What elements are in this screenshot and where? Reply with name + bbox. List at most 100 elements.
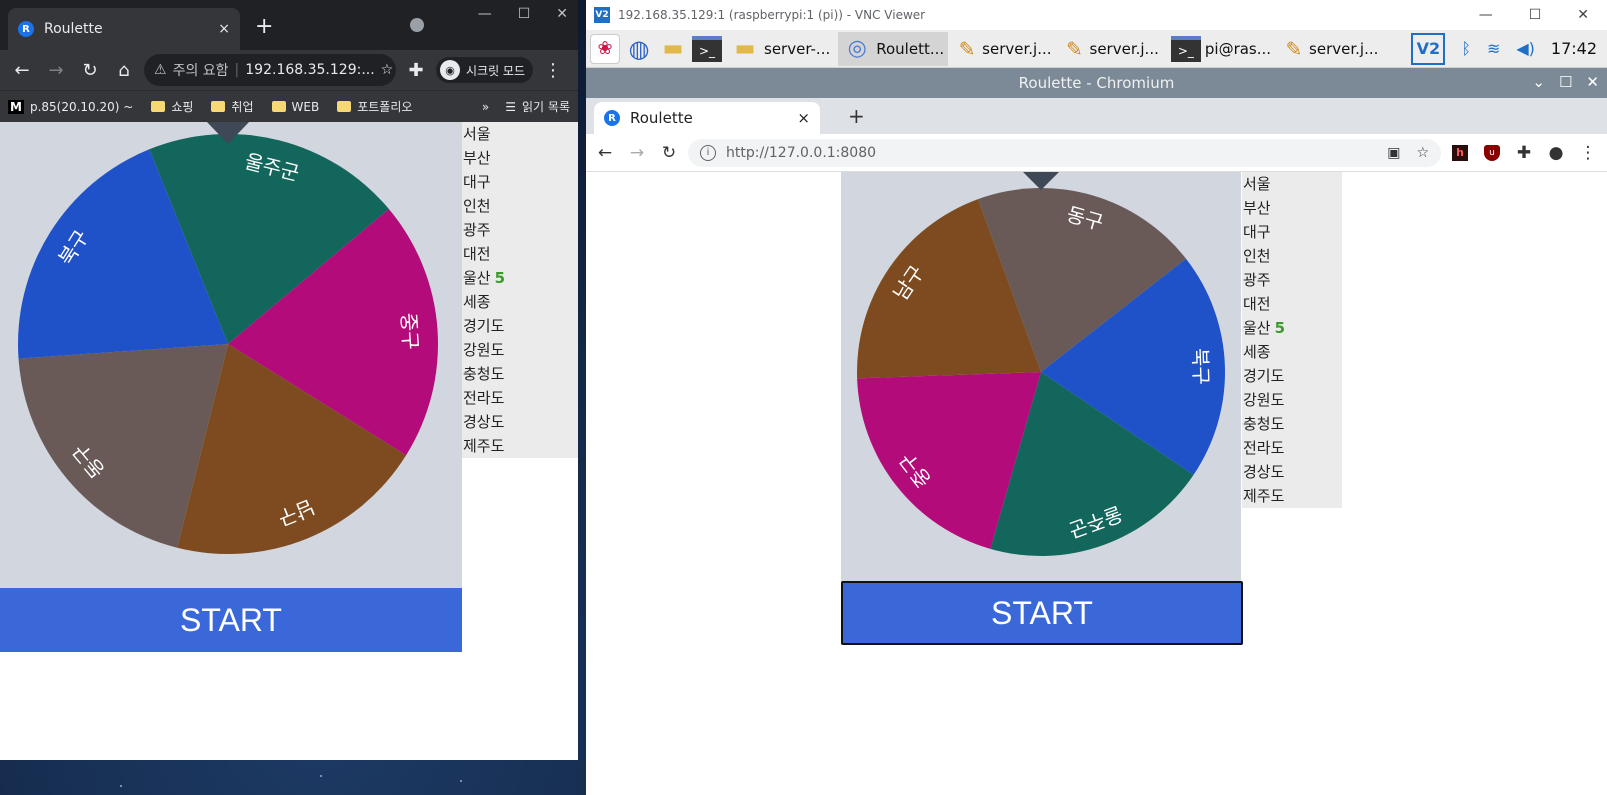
close-window-icon[interactable]: ✕: [556, 6, 568, 22]
incognito-label: 시크릿 모드: [466, 63, 526, 78]
region-list-item: 세종: [463, 293, 491, 311]
left-toolbar: ← → ↻ ⌂ ⚠ 주의 요함 | 192.168.35.129:... ☆ ✚…: [0, 50, 578, 90]
close-window-icon[interactable]: ✕: [1577, 7, 1589, 23]
raspberry-menu-icon[interactable]: ❀: [590, 33, 620, 64]
medium-icon: M: [8, 99, 24, 114]
right-tab-strip: R Roulette × +: [586, 98, 1607, 134]
taskbar-item-folder[interactable]: ▬ server-...: [726, 32, 834, 66]
file-manager-icon[interactable]: ▬: [658, 34, 688, 64]
chromium-icon: ◎: [847, 36, 867, 61]
back-icon[interactable]: ←: [592, 140, 618, 166]
region-list-item: 경상도: [1243, 463, 1285, 481]
region-count-badge: 5: [494, 269, 506, 287]
region-list-item: 전라도: [1243, 439, 1285, 457]
minimize-icon[interactable]: —: [1479, 7, 1493, 23]
chromium-title-bar: Roulette - Chromium ⌄ ☐ ✕: [586, 68, 1607, 98]
region-list-item: 인천: [463, 197, 491, 215]
pencil-icon: ✎: [1066, 36, 1083, 61]
right-tab-title: Roulette: [630, 109, 693, 127]
region-list-item: 경기도: [1243, 367, 1285, 385]
taskbar-item-chromium[interactable]: ◎ Roulett...: [838, 31, 949, 66]
bookmark-item[interactable]: M p.85(20.10.20) ~: [8, 99, 133, 114]
info-icon[interactable]: i: [700, 144, 716, 161]
folder-icon: [271, 101, 286, 112]
reading-list-label[interactable]: 읽기 목록: [522, 98, 570, 115]
close-tab-icon[interactable]: ×: [797, 109, 810, 127]
left-browser-window: R Roulette × + — ☐ ✕ ← → ↻ ⌂ ⚠ 주의 요함 | 1…: [0, 0, 578, 760]
vnc-logo-icon: V2: [594, 7, 610, 23]
left-tab-title: Roulette: [44, 21, 103, 37]
folder-icon: [151, 101, 166, 112]
bookmark-folder[interactable]: 쇼핑: [151, 98, 193, 115]
extension-h-icon[interactable]: h: [1452, 144, 1468, 161]
region-list-item: 전라도: [463, 389, 505, 407]
close-tab-icon[interactable]: ×: [218, 21, 230, 37]
region-list-item: 제주도: [1243, 487, 1285, 505]
tab-search-icon[interactable]: [410, 18, 424, 32]
vnc-viewer-window: V2 192.168.35.129:1 (raspberrypi:1 (pi))…: [586, 0, 1607, 795]
bookmark-folder[interactable]: 포트폴리오: [337, 98, 412, 115]
vnc-server-icon[interactable]: V2: [1411, 32, 1446, 65]
maximize-icon[interactable]: ☐: [1529, 7, 1542, 23]
region-list-item: 충청도: [463, 365, 505, 383]
volume-icon[interactable]: ◀): [1516, 39, 1535, 58]
wifi-icon[interactable]: ≋: [1487, 39, 1500, 58]
chevron-down-icon[interactable]: ⌄: [1532, 73, 1545, 91]
bookmark-folder[interactable]: 취업: [211, 98, 254, 115]
region-list-item: 인천: [1243, 247, 1271, 265]
left-page-content: 울주군 중구 남구 동구 북구 START 서울 부산 대구 인천 광주 대전 울산 5 세종 경기도 강원…: [0, 122, 578, 760]
right-tab-roulette[interactable]: R Roulette ×: [594, 102, 820, 134]
right-address-bar[interactable]: i http://127.0.0.1:8080 ▣ ☆: [688, 138, 1441, 167]
region-list-item: 대전: [463, 245, 491, 263]
security-warning-text: 주의 요함: [172, 63, 229, 79]
region-list-item: 충청도: [1243, 415, 1285, 433]
menu-kebab-icon[interactable]: ⋮: [539, 56, 567, 84]
left-roulette-wheel: 울주군중구남구동구북구: [18, 122, 438, 554]
new-tab-button[interactable]: +: [848, 104, 865, 128]
maximize-icon[interactable]: ☐: [518, 6, 531, 22]
bookmark-star-icon[interactable]: ☆: [381, 62, 394, 78]
bookmark-star-icon[interactable]: ☆: [1416, 145, 1429, 161]
right-toolbar: ← → ↻ i http://127.0.0.1:8080 ▣ ☆ h u ✚ …: [586, 134, 1607, 172]
extensions-icon[interactable]: ✚: [402, 56, 430, 84]
web-browser-icon[interactable]: ◍: [624, 34, 654, 64]
menu-kebab-icon[interactable]: ⋮: [1575, 140, 1601, 166]
extensions-icon[interactable]: ✚: [1511, 140, 1537, 166]
taskbar-item-editor[interactable]: ✎ server.j...: [1279, 32, 1382, 66]
start-button[interactable]: START: [841, 581, 1243, 645]
taskbar-item-terminal[interactable]: >_ pi@ras...: [1167, 32, 1275, 66]
wheel-segment-label: 중구: [396, 312, 423, 350]
home-icon[interactable]: ⌂: [110, 56, 138, 84]
start-button[interactable]: START: [0, 588, 462, 652]
region-list-item: 부산: [1243, 199, 1271, 217]
reading-list-icon[interactable]: ☰: [505, 100, 516, 114]
right-roulette-area: 동구 북구 울주군 중구 남구: [841, 172, 1241, 582]
roulette-favicon-icon: R: [604, 110, 620, 126]
incognito-badge[interactable]: ◉ 시크릿 모드: [436, 57, 534, 83]
taskbar-item-editor[interactable]: ✎ server.j...: [952, 32, 1055, 66]
maximize-icon[interactable]: ☐: [1559, 73, 1572, 91]
left-address-bar[interactable]: ⚠ 주의 요함 | 192.168.35.129:... ☆: [144, 54, 396, 86]
terminal-icon[interactable]: >_: [692, 35, 722, 62]
back-icon[interactable]: ←: [8, 56, 36, 84]
raspberry-pi-taskbar: ❀ ◍ ▬ >_ ▬ server-... ◎ Roulett... ✎ ser…: [586, 30, 1607, 68]
vnc-window-title: 192.168.35.129:1 (raspberrypi:1 (pi)) - …: [618, 8, 926, 22]
bluetooth-icon[interactable]: ᛒ: [1461, 39, 1471, 58]
left-tab-roulette[interactable]: R Roulette ×: [8, 8, 240, 50]
new-tab-button[interactable]: +: [255, 14, 273, 39]
left-url-text: 192.168.35.129:...: [245, 62, 375, 78]
profile-avatar-icon[interactable]: ●: [1543, 140, 1569, 166]
taskbar-item-editor[interactable]: ✎ server.j...: [1060, 32, 1163, 66]
close-window-icon[interactable]: ✕: [1586, 73, 1599, 91]
minimize-icon[interactable]: —: [478, 6, 492, 22]
reload-icon[interactable]: ↻: [656, 140, 682, 166]
ublock-icon[interactable]: u: [1484, 144, 1500, 161]
vnc-title-bar: V2 192.168.35.129:1 (raspberrypi:1 (pi))…: [586, 0, 1607, 30]
forward-icon[interactable]: →: [42, 56, 70, 84]
region-list-item: 서울: [1243, 175, 1271, 193]
qr-code-icon[interactable]: ▣: [1387, 145, 1400, 161]
bookmark-folder[interactable]: WEB: [271, 100, 319, 114]
bookmarks-overflow[interactable]: »: [482, 100, 489, 114]
forward-icon[interactable]: →: [624, 140, 650, 166]
reload-icon[interactable]: ↻: [76, 56, 104, 84]
